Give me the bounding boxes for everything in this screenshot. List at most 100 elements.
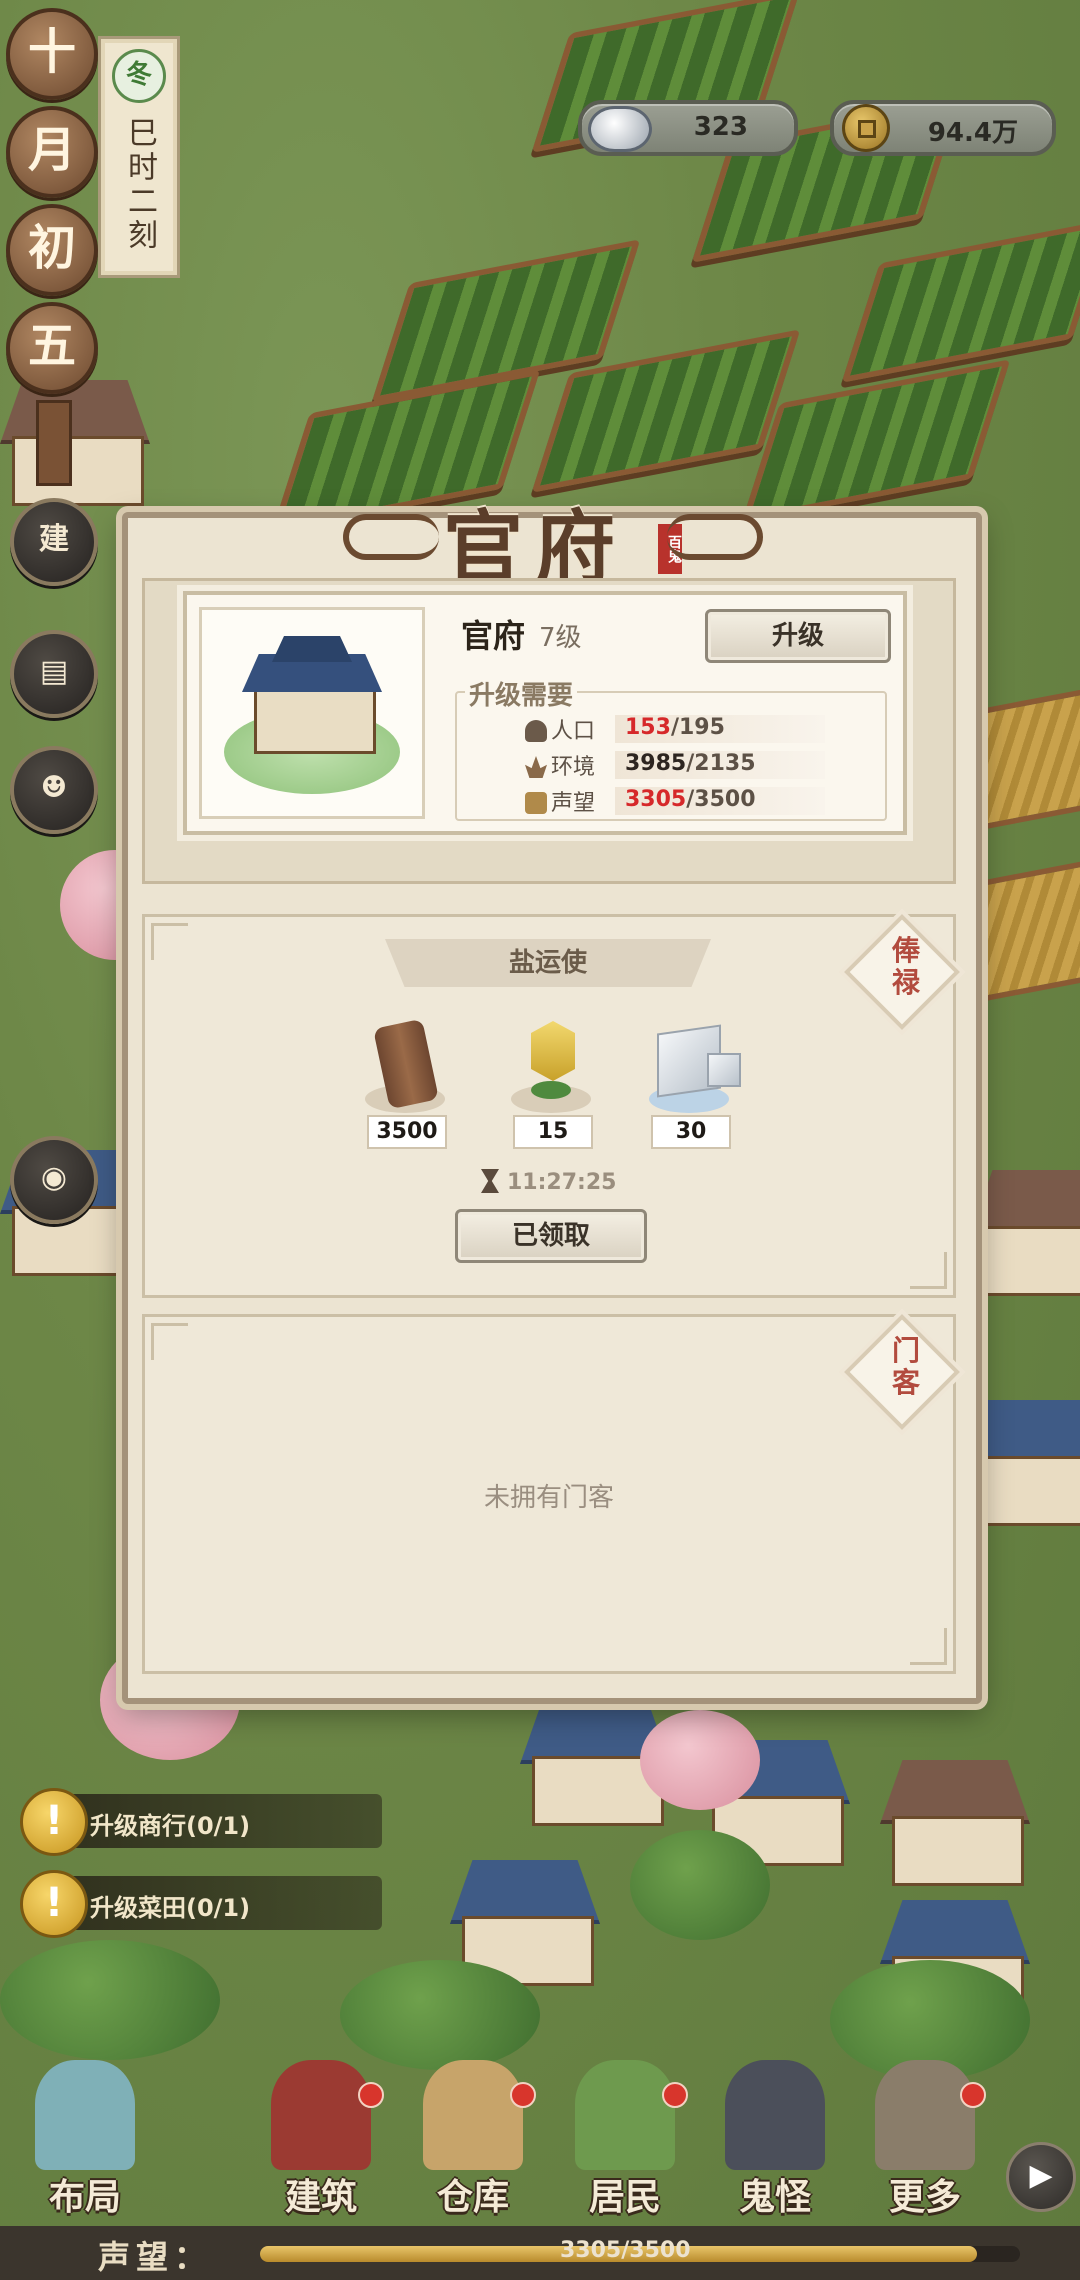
corner-ornament — [910, 1628, 947, 1665]
camera-icon: ◉ — [40, 1160, 68, 1195]
requirement-current: 153 — [625, 715, 671, 740]
nav-more[interactable]: 更多 — [850, 2040, 1000, 2220]
salary-tab-label[interactable]: 俸禄 — [881, 935, 931, 999]
nav-residents[interactable]: 居民 — [550, 2040, 700, 2220]
claimed-button[interactable]: 已领取 — [455, 1209, 647, 1263]
ghost-icon — [725, 2060, 825, 2170]
upgrade-button[interactable]: 升级 — [705, 609, 891, 663]
requirement-row: 环境 3985/2135 — [525, 749, 855, 781]
season-card[interactable]: 冬 巳时二刻 — [98, 36, 180, 278]
calendar-column[interactable]: 十 月 初 五 — [6, 8, 98, 486]
requirement-value: 3305/3500 — [625, 787, 756, 812]
quest-item[interactable]: ! 升级商行(0/1) — [20, 1788, 382, 1856]
cloud-swirl-icon — [343, 514, 439, 560]
building-image-part — [254, 682, 376, 754]
requirement-current: 3985 — [625, 751, 687, 776]
quest-progress: (0/1) — [186, 1812, 251, 1840]
quest-progress: (0/1) — [186, 1894, 251, 1922]
silver-ingot-icon — [588, 106, 652, 152]
nav-layout[interactable]: 布局 — [10, 2040, 160, 2220]
notification-dot — [662, 2082, 688, 2108]
exclamation-icon: ! — [20, 1870, 88, 1938]
chevron-right-icon: ▶ — [1029, 2158, 1053, 2193]
requirement-row: 声望 3305/3500 — [525, 785, 855, 817]
quest-text: 升级菜田(0/1) — [90, 1888, 250, 1923]
corner-ornament — [151, 1323, 188, 1360]
blueprint-button[interactable]: ▤ — [10, 630, 98, 718]
lotus-icon — [525, 756, 547, 778]
reward-salt[interactable]: 30 — [639, 1017, 741, 1149]
reward-token[interactable]: 15 — [501, 1017, 601, 1149]
nav-label: 居民 — [588, 2176, 661, 2218]
official-position-label: 盐运使 — [385, 939, 711, 987]
building-image-part — [272, 636, 352, 662]
person-icon — [525, 720, 547, 742]
copper-coin-icon — [842, 104, 890, 152]
cloud-swirl-icon — [667, 514, 763, 560]
hourglass-icon — [481, 1169, 499, 1193]
salt-block-small — [707, 1053, 741, 1087]
requirement-needed: /3500 — [686, 787, 756, 812]
requirement-row: 人口 153/195 — [525, 713, 855, 745]
quest-label: 升级商行 — [90, 1812, 186, 1840]
exclamation-icon: ! — [20, 1788, 88, 1856]
next-page-button[interactable]: ▶ — [1006, 2142, 1076, 2212]
empty-retainers-text: 未拥有门客 — [483, 1483, 614, 1513]
token-ribbon — [531, 1081, 571, 1099]
gold-token-icon — [531, 1021, 575, 1081]
quest-item[interactable]: ! 升级菜田(0/1) — [20, 1870, 382, 1938]
camera-button[interactable]: ◉ — [10, 1136, 98, 1224]
notification-dot — [960, 2082, 986, 2108]
requirement-label: 声望 — [551, 791, 596, 816]
salary-timer: 11:27:25 — [481, 1169, 616, 1195]
silver-counter[interactable]: 323 — [578, 100, 798, 156]
character-button[interactable]: ☻ — [10, 746, 98, 834]
building-level: 7级 — [539, 623, 582, 653]
layout-icon — [35, 2060, 135, 2170]
building-name: 官府 — [461, 617, 526, 655]
season-badge: 冬 — [112, 49, 166, 103]
requirement-current: 3305 — [625, 787, 687, 812]
building-info-card: 官府 7级 升级 升级需要 人口 153/195 环境 3985/2135 声望… — [183, 591, 907, 835]
requirement-needed: /2135 — [686, 751, 756, 776]
warehouse-icon — [423, 2060, 523, 2170]
reward-wood[interactable]: 3500 — [355, 1017, 455, 1149]
calendar-char: 五 — [6, 302, 98, 394]
build-button[interactable]: 建 — [10, 498, 98, 586]
crop-field[interactable] — [841, 219, 1080, 383]
scroll-icon — [525, 792, 547, 814]
time-of-day: 巳时二刻 — [122, 117, 157, 253]
nav-buildings[interactable]: 建筑 — [246, 2040, 396, 2220]
fame-label: 声望： — [98, 2238, 213, 2276]
silver-value: 323 — [693, 112, 748, 142]
more-icon — [875, 2060, 975, 2170]
nav-label: 鬼怪 — [738, 2176, 811, 2218]
tree — [630, 1830, 770, 1940]
blossom-tree — [640, 1710, 760, 1810]
salary-panel: 盐运使 俸禄 3500 15 30 11:27:25 已领取 — [142, 914, 960, 1298]
notification-dot — [358, 2082, 384, 2108]
building-icon — [271, 2060, 371, 2170]
house[interactable] — [970, 1170, 1080, 1296]
building-info-frame: 官府 7级 升级 升级需要 人口 153/195 环境 3985/2135 声望… — [142, 578, 956, 884]
fame-bar: 声望： 3305/3500 — [0, 2226, 1080, 2280]
coin-value: 94.4万 — [927, 118, 1018, 148]
bottom-nav: 布局 建筑 仓库 居民 鬼怪 更多 — [0, 2040, 1080, 2230]
reward-count: 30 — [651, 1115, 731, 1149]
blueprint-icon: ▤ — [39, 654, 69, 689]
coin-counter[interactable]: 94.4万 — [830, 100, 1056, 156]
requirement-needed: /195 — [670, 715, 725, 740]
reward-count: 3500 — [367, 1115, 447, 1149]
retainers-tab-label[interactable]: 门客 — [881, 1335, 931, 1399]
house[interactable] — [880, 1760, 1030, 1886]
building-image — [199, 607, 425, 819]
nav-label: 布局 — [48, 2176, 121, 2218]
retainers-panel: 门客 未拥有门客 — [142, 1314, 960, 1674]
nav-warehouse[interactable]: 仓库 — [398, 2040, 548, 2220]
calendar-char: 初 — [6, 204, 98, 296]
nav-label: 仓库 — [436, 2176, 509, 2218]
calendar-tail — [36, 400, 72, 486]
nav-ghosts[interactable]: 鬼怪 — [700, 2040, 850, 2220]
requirement-label: 人口 — [551, 719, 596, 744]
resident-icon — [575, 2060, 675, 2170]
